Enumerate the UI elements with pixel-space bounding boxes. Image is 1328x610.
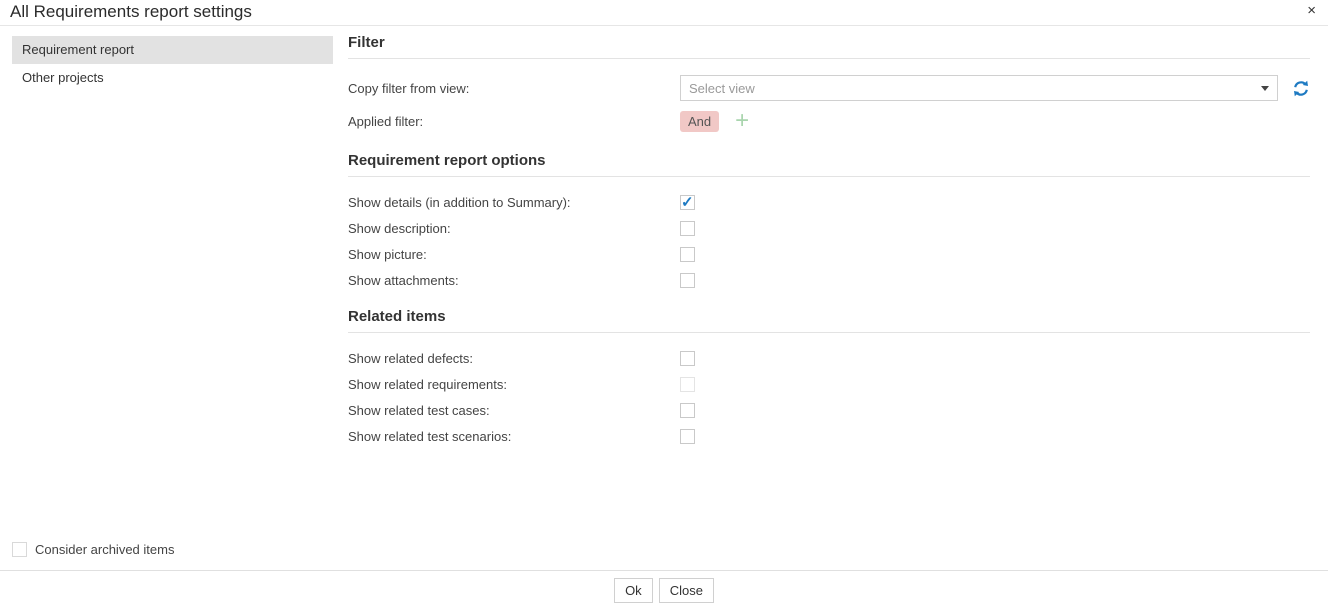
copy-filter-label: Copy filter from view: — [348, 81, 680, 96]
dialog-header: All Requirements report settings × — [0, 0, 1328, 26]
show-related-test-cases-checkbox[interactable] — [680, 403, 695, 418]
dialog-footer: Ok Close — [0, 570, 1328, 610]
settings-sidebar: Requirement report Other projects — [12, 36, 333, 92]
sidebar-item-requirement-report[interactable]: Requirement report — [12, 36, 333, 64]
refresh-icon[interactable] — [1292, 80, 1310, 97]
sidebar-item-label: Requirement report — [22, 42, 134, 57]
add-filter-icon[interactable]: + — [735, 111, 749, 131]
checkbox-label: Show related test cases: — [348, 403, 680, 418]
dialog-title: All Requirements report settings — [10, 2, 252, 22]
filter-operator-badge[interactable]: And — [680, 111, 719, 132]
sidebar-item-label: Other projects — [22, 70, 104, 85]
show-picture-row: Show picture: — [348, 241, 1310, 267]
show-related-requirements-checkbox — [680, 377, 695, 392]
copy-filter-row: Copy filter from view: Select view — [348, 74, 1310, 102]
consider-archived-row: Consider archived items — [12, 542, 174, 557]
applied-filter-label: Applied filter: — [348, 114, 680, 129]
checkbox-label: Show related test scenarios: — [348, 429, 680, 444]
consider-archived-label: Consider archived items — [35, 542, 174, 557]
checkbox-label: Show details (in addition to Summary): — [348, 195, 680, 210]
show-picture-checkbox[interactable] — [680, 247, 695, 262]
show-related-test-scenarios-row: Show related test scenarios: — [348, 423, 1310, 449]
chevron-down-icon — [1261, 86, 1269, 91]
applied-filter-row: Applied filter: And + — [348, 108, 1310, 134]
show-details-checkbox[interactable] — [680, 195, 695, 210]
checkbox-label: Show picture: — [348, 247, 680, 262]
checkbox-label: Show description: — [348, 221, 680, 236]
consider-archived-checkbox[interactable] — [12, 542, 27, 557]
show-details-row: Show details (in addition to Summary): — [348, 189, 1310, 215]
sidebar-item-other-projects[interactable]: Other projects — [12, 64, 333, 92]
show-description-checkbox[interactable] — [680, 221, 695, 236]
copy-filter-view-select[interactable]: Select view — [680, 75, 1278, 101]
show-related-requirements-row: Show related requirements: — [348, 371, 1310, 397]
select-placeholder: Select view — [689, 81, 1261, 96]
checkbox-label: Show related defects: — [348, 351, 680, 366]
show-related-test-cases-row: Show related test cases: — [348, 397, 1310, 423]
show-attachments-row: Show attachments: — [348, 267, 1310, 293]
close-button[interactable]: Close — [659, 578, 714, 603]
options-section-heading: Requirement report options — [348, 152, 1310, 177]
filter-section-heading: Filter — [348, 34, 1310, 59]
show-related-test-scenarios-checkbox[interactable] — [680, 429, 695, 444]
related-section-heading: Related items — [348, 308, 1310, 333]
ok-button[interactable]: Ok — [614, 578, 653, 603]
show-related-defects-row: Show related defects: — [348, 345, 1310, 371]
settings-content: Filter Copy filter from view: Select vie… — [348, 30, 1310, 449]
checkbox-label: Show attachments: — [348, 273, 680, 288]
close-icon[interactable]: × — [1307, 2, 1316, 20]
show-description-row: Show description: — [348, 215, 1310, 241]
show-attachments-checkbox[interactable] — [680, 273, 695, 288]
show-related-defects-checkbox[interactable] — [680, 351, 695, 366]
checkbox-label: Show related requirements: — [348, 377, 680, 392]
